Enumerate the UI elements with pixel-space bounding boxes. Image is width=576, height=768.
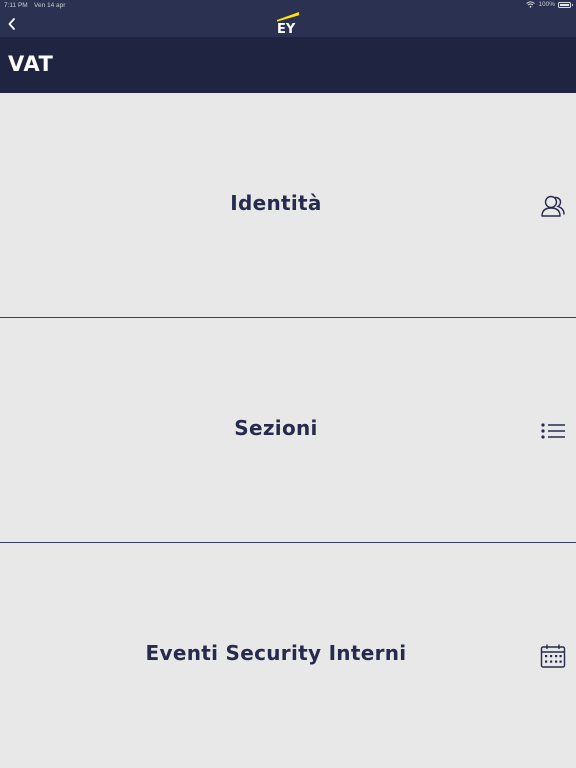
status-date: Ven 14 apr — [34, 2, 66, 9]
calendar-icon — [540, 644, 566, 668]
back-button[interactable] — [2, 13, 22, 35]
page-title: VAT — [8, 52, 54, 76]
menu-item-sezioni[interactable]: Sezioni — [0, 318, 576, 543]
menu-item-label: Sezioni — [234, 416, 318, 440]
list-icon — [541, 423, 565, 439]
status-time: 7:11 PM — [4, 2, 28, 9]
status-bar: 7:11 PM Ven 14 apr 100% — [0, 0, 576, 12]
user-icon — [541, 195, 565, 217]
menu-item-label: Eventi Security Interni — [145, 641, 407, 665]
logo-text: EY — [277, 22, 296, 36]
wifi-icon — [526, 1, 536, 8]
main-menu: Identità Sezioni Eventi Security Interni — [0, 93, 576, 768]
ey-logo-mark: EY — [277, 12, 299, 37]
battery-percent: 100% — [538, 1, 555, 8]
menu-item-eventi-security-interni[interactable]: Eventi Security Interni — [0, 543, 576, 768]
chevron-left-icon — [8, 18, 15, 30]
navigation-bar: EY — [0, 12, 576, 37]
ey-logo: EY — [273, 12, 303, 37]
battery-icon — [558, 1, 573, 8]
menu-item-identita[interactable]: Identità — [0, 93, 576, 318]
title-bar: VAT — [0, 37, 576, 93]
menu-item-label: Identità — [230, 191, 322, 215]
status-right: 100% — [526, 1, 573, 8]
